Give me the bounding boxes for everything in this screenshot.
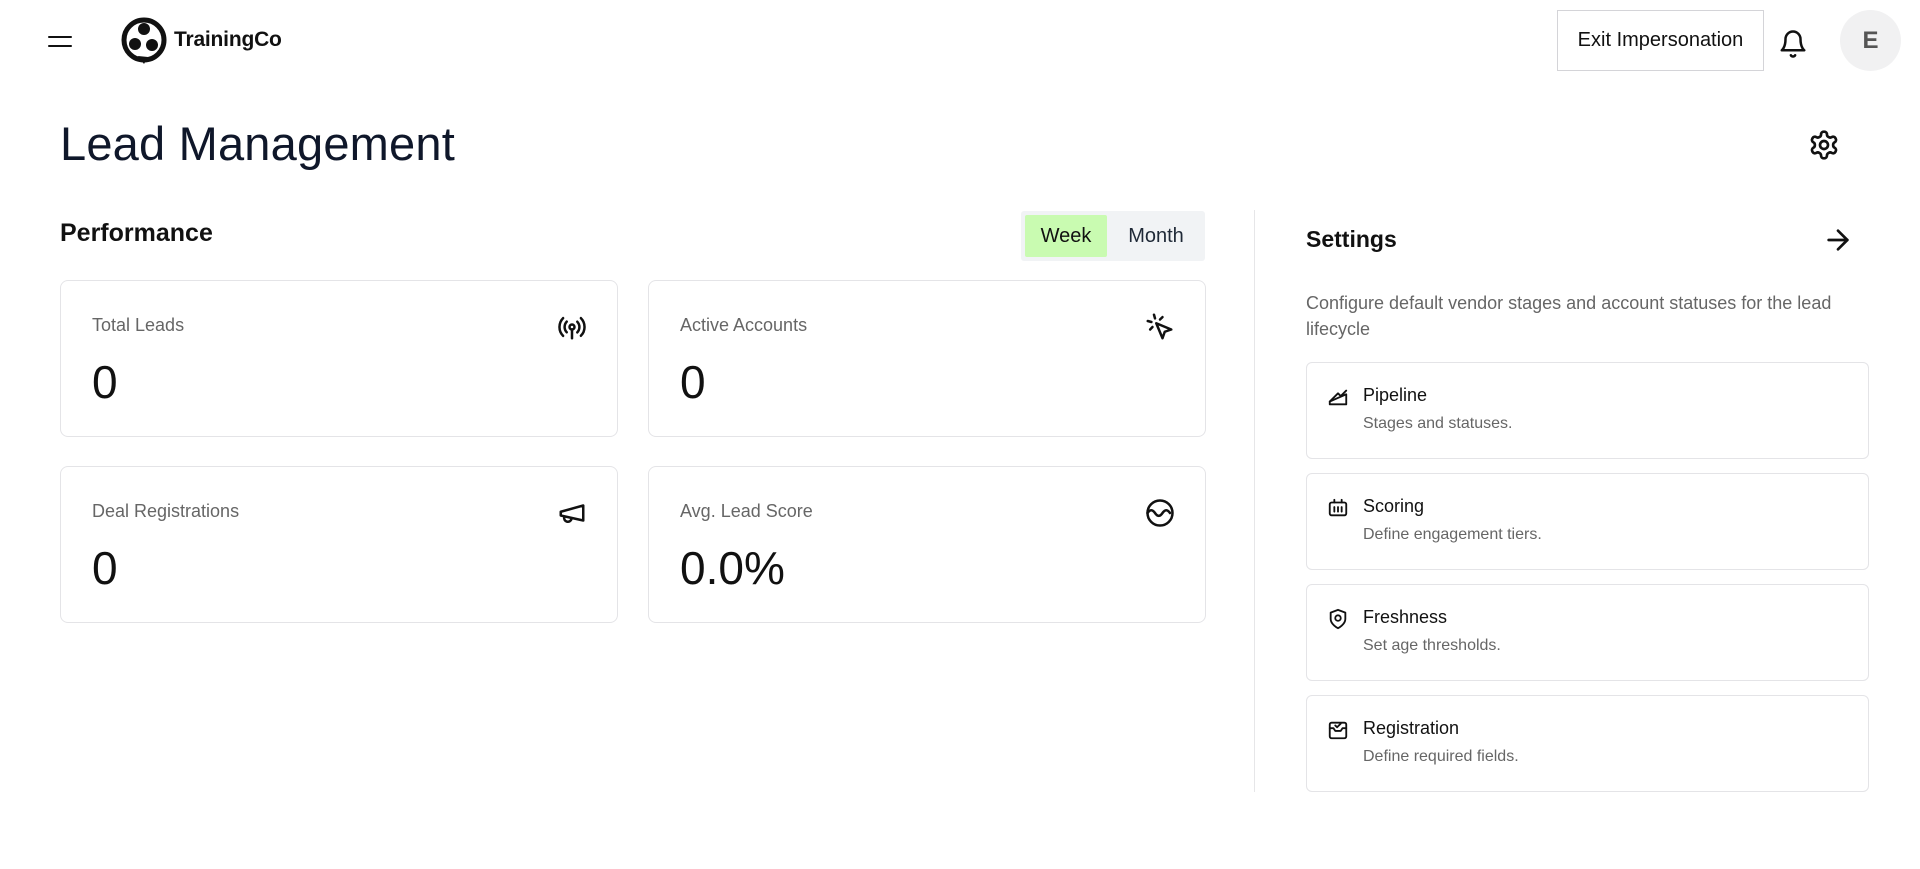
card-value: 0 bbox=[92, 542, 118, 594]
settings-item-name: Freshness bbox=[1363, 607, 1448, 627]
card-value: 0 bbox=[92, 356, 118, 408]
card-value: 0.0% bbox=[680, 542, 785, 594]
cursor-click-icon bbox=[1146, 313, 1173, 340]
range-week-button[interactable]: Week bbox=[1025, 215, 1107, 257]
card-value: 0 bbox=[680, 356, 706, 408]
page-title: Lead Management bbox=[60, 117, 455, 170]
card-label: Total Leads bbox=[92, 315, 185, 335]
avg-lead-score-card: Avg. Lead Score 0.0% bbox=[648, 466, 1206, 623]
broadcast-icon bbox=[558, 316, 586, 340]
total-leads-card: Total Leads 0 bbox=[60, 280, 618, 437]
active-accounts-card: Active Accounts 0 bbox=[648, 280, 1206, 437]
gear-icon[interactable] bbox=[1808, 129, 1840, 161]
settings-title: Settings bbox=[1306, 226, 1397, 252]
settings-item-name: Pipeline bbox=[1363, 385, 1428, 405]
score-wave-icon bbox=[1146, 499, 1174, 527]
range-toggle: Week Month bbox=[1021, 211, 1205, 261]
settings-item-desc: Set age thresholds. bbox=[1363, 637, 1501, 654]
freshness-icon bbox=[1329, 608, 1347, 630]
notification-bell-icon[interactable] bbox=[1778, 28, 1808, 60]
megaphone-icon bbox=[559, 504, 585, 523]
scoring-icon bbox=[1328, 498, 1348, 517]
settings-item-desc: Define engagement tiers. bbox=[1363, 526, 1542, 543]
settings-item-desc: Stages and statuses. bbox=[1363, 415, 1513, 432]
settings-item-pipeline[interactable]: Pipeline Stages and statuses. bbox=[1306, 362, 1869, 459]
settings-item-name: Scoring bbox=[1363, 496, 1425, 516]
performance-title: Performance bbox=[60, 219, 213, 247]
settings-item-scoring[interactable]: Scoring Define engagement tiers. bbox=[1306, 473, 1869, 570]
registration-icon bbox=[1328, 721, 1348, 740]
card-label: Active Accounts bbox=[680, 315, 808, 335]
exit-impersonation-button[interactable]: Exit Impersonation bbox=[1557, 10, 1764, 71]
deal-registrations-card: Deal Registrations 0 bbox=[60, 466, 618, 623]
settings-description: Configure default vendor stages and acco… bbox=[1306, 293, 1832, 339]
brand-name: TrainingCo bbox=[174, 28, 282, 51]
card-label: Deal Registrations bbox=[92, 501, 240, 521]
top-bar: TrainingCo Exit Impersonation E bbox=[0, 0, 1920, 80]
card-label: Avg. Lead Score bbox=[680, 501, 813, 521]
settings-item-registration[interactable]: Registration Define required fields. bbox=[1306, 695, 1869, 792]
menu-icon[interactable] bbox=[44, 26, 78, 56]
settings-item-desc: Define required fields. bbox=[1363, 748, 1519, 765]
section-divider bbox=[1254, 210, 1255, 792]
range-month-button[interactable]: Month bbox=[1111, 215, 1201, 257]
pipeline-icon bbox=[1328, 389, 1348, 406]
settings-item-name: Registration bbox=[1363, 718, 1460, 738]
arrow-right-icon[interactable] bbox=[1822, 224, 1854, 256]
settings-item-freshness[interactable]: Freshness Set age thresholds. bbox=[1306, 584, 1869, 681]
brand-logo-icon bbox=[121, 17, 167, 64]
brand-logo[interactable]: TrainingCo bbox=[118, 14, 282, 66]
user-avatar[interactable]: E bbox=[1840, 10, 1901, 71]
